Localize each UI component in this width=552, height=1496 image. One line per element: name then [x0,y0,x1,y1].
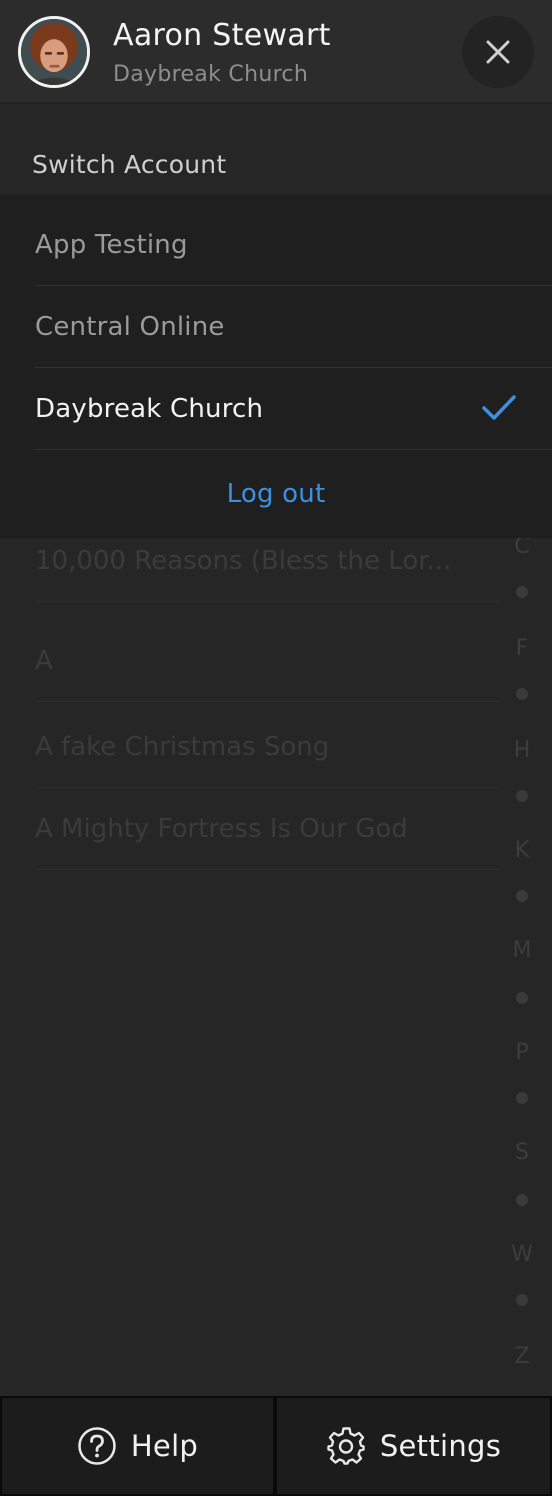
help-label: Help [130,1429,199,1463]
alpha-dot [516,992,528,1004]
alpha-letter: K [514,838,530,863]
account-item-label: Central Online [35,311,225,342]
help-icon [78,1427,116,1465]
alpha-dot [516,790,528,802]
alpha-letter: Z [514,1344,530,1369]
alpha-letter: P [515,1040,529,1065]
account-header: Aaron Stewart Daybreak Church [0,0,552,104]
alpha-letter: W [511,1242,533,1267]
list-item: A Mighty Fortress Is Our God [35,788,500,870]
list-item: A fake Christmas Song [35,706,500,788]
alpha-dot [516,1194,528,1206]
alpha-letter: M [512,938,532,963]
settings-button[interactable]: Settings [275,1396,552,1496]
account-item-label: Daybreak Church [35,393,264,424]
gear-icon [327,1427,365,1465]
alpha-dot [516,1092,528,1104]
help-button[interactable]: Help [0,1396,275,1496]
account-item-app-testing[interactable]: App Testing [35,204,552,286]
user-name: Aaron Stewart [113,18,331,53]
alpha-dot [516,586,528,598]
alpha-dot [516,688,528,700]
list-item: A [35,620,500,702]
close-button[interactable] [462,16,534,88]
close-icon [486,40,510,64]
account-item-central-online[interactable]: Central Online [35,286,552,368]
switch-account-heading: Switch Account [32,150,227,179]
alpha-letter: S [515,1140,529,1165]
user-avatar [18,16,90,88]
drawer-footer: Help Settings [0,1396,552,1496]
account-item-label: App Testing [35,229,188,260]
avatar-icon [21,19,87,85]
settings-label: Settings [379,1429,502,1463]
current-organization: Daybreak Church [113,62,309,87]
alpha-letter: H [513,738,531,763]
alpha-dot [516,1294,528,1306]
alpha-dot [516,890,528,902]
alpha-letter: F [515,636,529,661]
checkmark-icon [482,395,516,420]
alphabet-index: C F H K M P S W Z [500,532,544,1372]
account-item-daybreak-church[interactable]: Daybreak Church [35,368,552,450]
logout-button[interactable]: Log out [0,470,552,518]
account-switcher-panel: App Testing Central Online Daybreak Chur… [0,194,552,538]
